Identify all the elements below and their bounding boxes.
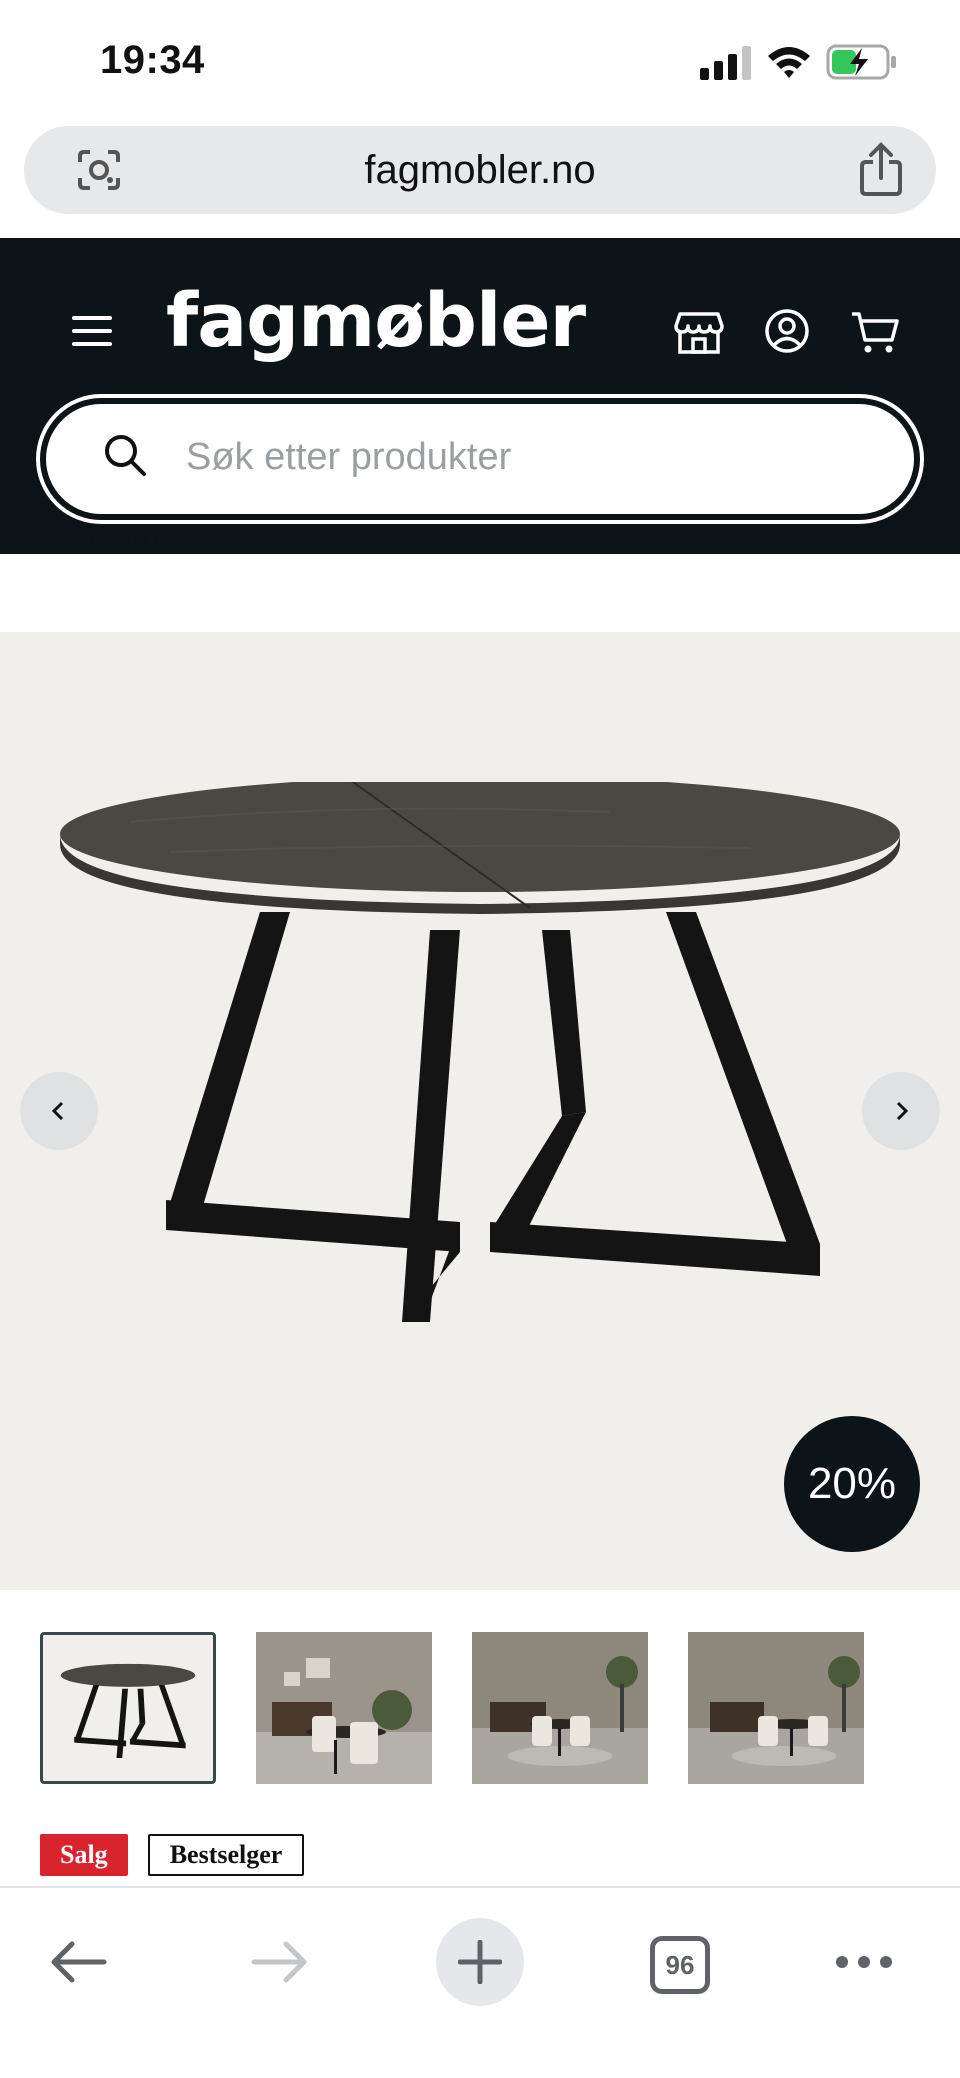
battery-charging-icon — [826, 44, 896, 80]
chevron-left-icon — [51, 1101, 64, 1121]
product-tags: Salg Bestselger — [40, 1834, 305, 1876]
wifi-icon — [768, 47, 810, 78]
previous-image-button[interactable] — [20, 1072, 98, 1150]
discount-badge: 20% — [784, 1416, 920, 1552]
hamburger-menu-icon[interactable] — [72, 314, 116, 348]
site-logo[interactable]: fagmøbler — [166, 278, 586, 364]
more-options-icon[interactable] — [834, 1952, 894, 1972]
search-box[interactable] — [46, 404, 914, 514]
browser-toolbar: 96 — [0, 1886, 960, 2078]
product-image[interactable] — [50, 782, 910, 1322]
chevron-left-icon — [44, 534, 58, 546]
tab-switcher-button[interactable]: 96 — [650, 1936, 710, 1994]
cellular-signal-icon — [700, 46, 751, 80]
address-bar[interactable]: fagmobler.no — [24, 126, 936, 214]
search-bar — [36, 394, 924, 524]
bestseller-tag: Bestselger — [147, 1834, 305, 1876]
store-icon[interactable] — [674, 310, 724, 356]
thumbnail-table[interactable] — [40, 1632, 216, 1784]
next-image-button[interactable] — [862, 1072, 940, 1150]
thumbnail-dining-room-3[interactable] — [688, 1632, 864, 1784]
thumbnail-dining-room-2[interactable] — [472, 1632, 648, 1784]
back-arrow-icon[interactable] — [48, 1940, 108, 1984]
site-header: fagmøbler — [0, 238, 960, 554]
new-tab-button[interactable] — [436, 1918, 524, 2006]
thumbnail-dining-room-1[interactable] — [256, 1632, 432, 1784]
status-bar: 19:34 — [0, 0, 960, 120]
breadcrumb[interactable]: Rom — [40, 534, 440, 574]
search-input[interactable] — [186, 422, 886, 492]
search-icon[interactable] — [102, 432, 148, 478]
breadcrumb-label[interactable]: Rom — [88, 534, 160, 553]
account-icon[interactable] — [764, 308, 810, 354]
product-gallery: 20% — [0, 632, 960, 1590]
url-text[interactable]: fagmobler.no — [24, 148, 936, 193]
plus-icon — [458, 1940, 502, 1984]
forward-arrow-icon[interactable] — [250, 1940, 310, 1984]
chevron-right-icon — [896, 1101, 909, 1121]
share-icon[interactable] — [856, 142, 906, 198]
cart-icon[interactable] — [850, 310, 900, 354]
status-time: 19:34 — [100, 38, 205, 82]
thumbnail-strip — [40, 1632, 920, 1784]
sale-tag: Salg — [40, 1834, 128, 1876]
